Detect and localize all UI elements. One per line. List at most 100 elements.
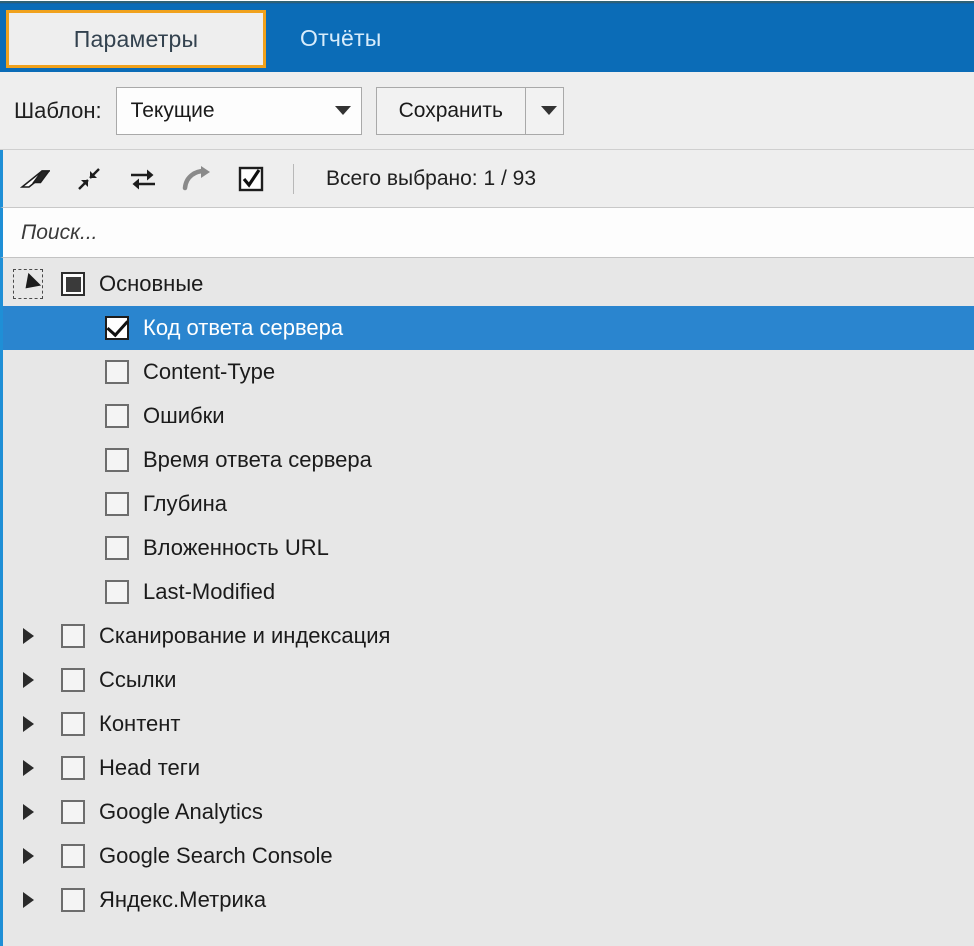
row-checkbox[interactable] (61, 756, 85, 780)
tree-row-content: Content-Type (105, 360, 275, 384)
triangle-glyph (22, 804, 34, 820)
tree-row-content: Head теги (61, 756, 200, 780)
template-bar: Шаблон: Текущие Сохранить (0, 72, 974, 150)
tree-row-label: Content-Type (143, 359, 276, 384)
parameters-tree[interactable]: Основные Код ответа сервера Content-Type Ош… (0, 258, 974, 946)
tree-row-label: Ошибки (143, 403, 225, 428)
template-select-value: Текущие (130, 98, 215, 122)
row-checkbox[interactable] (105, 316, 129, 340)
eraser-icon[interactable] (19, 163, 51, 195)
tree-row[interactable]: Last-Modified (3, 570, 974, 614)
chevron-right-icon[interactable] (13, 841, 43, 871)
settings-panel: Параметры Отчёты Шаблон: Текущие Сохрани… (0, 0, 974, 946)
tree-row[interactable]: Код ответа сервера (3, 306, 974, 350)
template-select[interactable]: Текущие (115, 86, 362, 135)
row-checkbox[interactable] (61, 624, 85, 648)
tree-row-label: Глубина (143, 491, 228, 516)
triangle-glyph (22, 892, 34, 908)
tree-row[interactable]: Content-Type (3, 350, 974, 394)
tree-row-label: Яндекс.Метрика (99, 887, 267, 912)
tree-row[interactable]: Основные (3, 262, 974, 306)
chevron-right-icon[interactable] (13, 797, 43, 827)
row-checkbox[interactable] (61, 888, 85, 912)
tree-row-content: Ошибки (105, 404, 225, 428)
toolbar-separator (293, 163, 294, 194)
row-checkbox[interactable] (105, 404, 129, 428)
tree-row-label: Контент (99, 711, 181, 736)
tree-row[interactable]: Вложенность URL (3, 526, 974, 570)
tree-row[interactable]: Контент (3, 702, 974, 746)
tab-bar: Параметры Отчёты (0, 4, 974, 72)
row-checkbox[interactable] (105, 360, 129, 384)
check-all-icon[interactable] (235, 163, 267, 195)
tree-row[interactable]: Яндекс.Метрика (3, 878, 974, 922)
tree-row-content: Last-Modified (105, 580, 275, 604)
chevron-down-icon (541, 106, 558, 115)
save-button-label: Сохранить (398, 98, 503, 122)
tree-row[interactable]: Ошибки (3, 394, 974, 438)
tree-row-label: Head теги (99, 755, 201, 780)
tree-row-content: Яндекс.Метрика (61, 888, 266, 912)
chevron-down-icon[interactable] (13, 269, 43, 299)
search-input[interactable] (21, 220, 879, 245)
row-checkbox[interactable] (105, 492, 129, 516)
swap-icon[interactable] (127, 163, 159, 195)
tree-row-content: Google Search Console (61, 844, 333, 868)
tree-row-label: Сканирование и индексация (99, 623, 391, 648)
tree-row[interactable]: Ссылки (3, 658, 974, 702)
triangle-glyph (22, 760, 34, 776)
selected-count-label: Всего выбрано: 1 / 93 (326, 166, 537, 190)
tree-row[interactable]: Google Analytics (3, 790, 974, 834)
tree-row-content: Сканирование и индексация (61, 624, 390, 648)
chevron-right-icon[interactable] (13, 753, 43, 783)
chevron-right-icon[interactable] (13, 709, 43, 739)
triangle-glyph (22, 848, 34, 864)
template-label: Шаблон: (14, 97, 102, 123)
tree-row-label: Время ответа сервера (143, 447, 372, 472)
redo-icon[interactable] (181, 163, 213, 195)
row-checkbox[interactable] (61, 668, 85, 692)
tree-row-content: Контент (61, 712, 181, 736)
tree-row-content: Код ответа сервера (105, 316, 343, 340)
row-checkbox[interactable] (105, 448, 129, 472)
collapse-icon[interactable] (73, 163, 105, 195)
tree-toolbar: Всего выбрано: 1 / 93 (0, 150, 974, 208)
chevron-right-icon[interactable] (13, 665, 43, 695)
triangle-glyph (22, 628, 34, 644)
tree-row-label: Основные (99, 271, 204, 296)
tree-row-label: Ссылки (99, 667, 177, 692)
tab-parameters[interactable]: Параметры (6, 10, 266, 68)
tree-row-content: Время ответа сервера (105, 448, 372, 472)
triangle-glyph (22, 672, 34, 688)
search-row (0, 208, 974, 258)
chevron-right-icon[interactable] (13, 885, 43, 915)
chevron-down-icon (334, 106, 351, 115)
row-checkbox[interactable] (61, 800, 85, 824)
save-dropdown-button[interactable] (525, 86, 564, 135)
chevron-right-icon[interactable] (13, 621, 43, 651)
triangle-glyph (19, 272, 42, 295)
tree-row-label: Код ответа сервера (143, 315, 344, 340)
save-button[interactable]: Сохранить (375, 86, 526, 135)
tree-row-label: Google Search Console (99, 843, 333, 868)
row-checkbox[interactable] (61, 844, 85, 868)
tree-row[interactable]: Глубина (3, 482, 974, 526)
row-checkbox[interactable] (105, 536, 129, 560)
tab-reports-label: Отчёты (300, 24, 382, 51)
tree-row-content: Google Analytics (61, 800, 263, 824)
row-checkbox[interactable] (61, 712, 85, 736)
tree-row[interactable]: Время ответа сервера (3, 438, 974, 482)
save-split-button: Сохранить (375, 86, 564, 135)
tree-row-label: Last-Modified (143, 579, 276, 604)
tab-parameters-label: Параметры (73, 25, 199, 52)
row-checkbox[interactable] (61, 272, 85, 296)
tree-row-content: Ссылки (61, 668, 176, 692)
tree-row-content: Вложенность URL (105, 536, 329, 560)
tab-reports[interactable]: Отчёты (266, 4, 415, 72)
tree-row-content: Основные (61, 272, 203, 296)
tree-row[interactable]: Head теги (3, 746, 974, 790)
tree-row[interactable]: Google Search Console (3, 834, 974, 878)
triangle-glyph (22, 716, 34, 732)
tree-row[interactable]: Сканирование и индексация (3, 614, 974, 658)
row-checkbox[interactable] (105, 580, 129, 604)
